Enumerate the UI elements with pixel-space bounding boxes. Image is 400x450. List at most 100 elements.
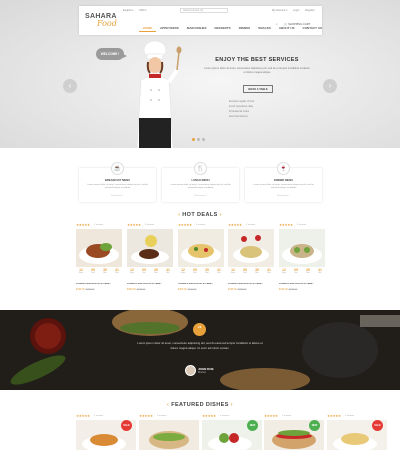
testimonial-section: “ Lorem ipsum dolor sit amet, consectetu… (0, 310, 400, 390)
book-table-button[interactable]: BOOK A TABLE (243, 85, 273, 93)
price: $135.00$150.00 (228, 288, 246, 291)
nav-about-us[interactable]: ABOUT US (275, 24, 299, 32)
countdown-unit: 12 Days (228, 268, 238, 274)
deal-card[interactable]: ★★★★★ 5 reviews 12 Days 09 Hrs 35 Min 41… (279, 223, 325, 301)
countdown-timer: 12 Days 09 Hrs 35 Min 41 Sec (76, 268, 122, 274)
star-rating: ★★★★★ (327, 414, 341, 418)
review-count[interactable]: 5 reviews (345, 415, 354, 417)
star-rating: ★★★★★ (127, 223, 141, 227)
nav-home[interactable]: HOME (139, 24, 156, 32)
review-count[interactable]: 4 reviews (196, 224, 205, 226)
nav-appetizers[interactable]: APPETIZERS (156, 24, 183, 32)
featured-dishes-label: FEATURED DISHES (171, 402, 229, 408)
countdown-unit: 09 Hrs (88, 268, 98, 274)
new-badge: NEW (247, 420, 258, 431)
dish-name[interactable]: LOREM IPSUM DOLOR SIT AMET (228, 283, 274, 285)
deal-card[interactable]: ★★★★★ 4 reviews 12 Days 09 Hrs 35 Min 41… (178, 223, 224, 301)
hot-deals-title: ‹ HOT DEALS › (0, 212, 400, 218)
currency-select[interactable]: USD ▾ (139, 9, 147, 12)
language-select[interactable]: English ▾ (123, 9, 134, 12)
slider-dot[interactable] (192, 138, 195, 141)
old-price: $150.00 (237, 288, 247, 291)
countdown-timer: 12 Days 09 Hrs 35 Min 41 Sec (228, 268, 274, 274)
chevron-left-icon: ‹ (68, 81, 72, 90)
countdown-label: Sec (267, 272, 271, 274)
slider-next-button[interactable]: › (323, 79, 337, 93)
login-link[interactable]: Login (293, 9, 299, 12)
countdown-unit: 12 Days (76, 268, 86, 274)
old-price: $160.00 (288, 288, 298, 291)
dish-image[interactable] (228, 229, 274, 267)
register-link[interactable]: Register (305, 9, 315, 12)
review-count[interactable]: 4 reviews (220, 415, 229, 417)
dish-image[interactable] (76, 229, 122, 267)
star-rating: ★★★★★ (264, 414, 278, 418)
review-count[interactable]: 2 reviews (246, 224, 255, 226)
testimonial-role: Director (198, 372, 207, 374)
review-count[interactable]: 3 reviews (145, 224, 154, 226)
countdown-unit: 12 Days (127, 268, 137, 274)
dish-image[interactable] (279, 229, 325, 267)
menu-title: DINNER MENU (274, 179, 293, 182)
hero-feature: Professional cooks (229, 110, 250, 113)
review-count[interactable]: 3 reviews (157, 415, 166, 417)
testimonial-author: JOHN DOE (198, 367, 214, 371)
featured-dish-card[interactable]: ★★★★★ 4 reviews NEW (202, 414, 262, 450)
featured-dish-card[interactable]: ★★★★★ 3 reviews (139, 414, 199, 450)
read-more-link[interactable]: Read more » (79, 195, 156, 197)
nav-main-dishes[interactable]: MAIN DISHES (183, 24, 211, 32)
my-account-link[interactable]: My Account ▾ (272, 9, 287, 12)
deal-card[interactable]: ★★★★★ 2 reviews 12 Days 09 Hrs 35 Min 41… (228, 223, 274, 301)
breakfast-menu-card[interactable]: ☕ BREAKFAST MENU Lorem ipsum dolor sit a… (79, 162, 156, 202)
countdown-label: Days (129, 272, 135, 274)
dish-name[interactable]: LOREM IPSUM DOLOR SIT AMET (76, 283, 122, 285)
slider-prev-button[interactable]: ‹ (63, 79, 77, 93)
star-rating: ★★★★★ (279, 223, 293, 227)
countdown-unit: 09 Hrs (139, 268, 149, 274)
menu-text: Lorem ipsum dolor sit amet, consectetur … (170, 184, 231, 189)
countdown-timer: 12 Days 09 Hrs 35 Min 41 Sec (127, 268, 173, 274)
nav-desserts[interactable]: DESSERTS (211, 24, 235, 32)
star-rating: ★★★★★ (76, 414, 90, 418)
review-count[interactable]: 5 reviews (297, 224, 306, 226)
featured-dish-card[interactable]: ★★★★★ 2 reviews SALE (76, 414, 136, 450)
countdown-label: Hrs (142, 272, 146, 274)
countdown-unit: 09 Hrs (240, 268, 250, 274)
review-count[interactable]: 2 reviews (282, 415, 291, 417)
countdown-timer: 12 Days 09 Hrs 35 Min 41 Sec (178, 268, 224, 274)
deal-card[interactable]: ★★★★★ 3 reviews 12 Days 09 Hrs 35 Min 41… (127, 223, 173, 301)
slider-dot[interactable] (202, 138, 205, 141)
nav-snacks[interactable]: SNACKS (254, 24, 275, 32)
hero-title: ENJOY THE BEST SERVICES (215, 57, 299, 63)
dish-image[interactable] (178, 229, 224, 267)
deal-card[interactable]: ★★★★★ 2 reviews 12 Days 09 Hrs 35 Min 41… (76, 223, 122, 301)
countdown-label: Days (78, 272, 84, 274)
countdown-unit: 35 Min (100, 268, 110, 274)
chevron-right-icon[interactable]: › (220, 212, 222, 218)
lunch-menu-card[interactable]: 🍴 LUNCH MENU Lorem ipsum dolor sit amet,… (162, 162, 239, 202)
nav-contact-us[interactable]: CONTACT US (299, 24, 326, 32)
dish-name[interactable]: LOREM IPSUM DOLOR SIT AMET (178, 283, 224, 285)
featured-dish-card[interactable]: ★★★★★ 2 reviews NEW (264, 414, 324, 450)
featured-dish-card[interactable]: ★★★★★ 5 reviews SALE (327, 414, 387, 450)
slider-dot[interactable] (197, 138, 200, 141)
review-count[interactable]: 2 reviews (94, 415, 103, 417)
countdown-label: Hrs (193, 272, 197, 274)
countdown-unit: 35 Min (202, 268, 212, 274)
review-count[interactable]: 2 reviews (94, 224, 103, 226)
dish-name[interactable]: LOREM IPSUM DOLOR SIT AMET (127, 283, 173, 285)
read-more-link[interactable]: Read more » (245, 195, 322, 197)
dish-image[interactable] (139, 420, 199, 450)
dish-image[interactable] (127, 229, 173, 267)
countdown-label: Sec (115, 272, 119, 274)
logo[interactable]: SAHARA Food (85, 13, 123, 31)
countdown-unit: 41 Sec (112, 268, 122, 274)
search-input[interactable]: default selected city (180, 8, 228, 13)
star-rating: ★★★★★ (228, 223, 242, 227)
countdown-label: Hrs (294, 272, 298, 274)
read-more-link[interactable]: Read more » (162, 195, 239, 197)
dish-name[interactable]: LOREM IPSUM DOLOR SIT AMET (279, 283, 325, 285)
chevron-right-icon[interactable]: › (231, 402, 233, 408)
dinner-menu-card[interactable]: 🍷 DINNER MENU Lorem ipsum dolor sit amet… (245, 162, 322, 202)
nav-drinks[interactable]: DRINKS (235, 24, 255, 32)
